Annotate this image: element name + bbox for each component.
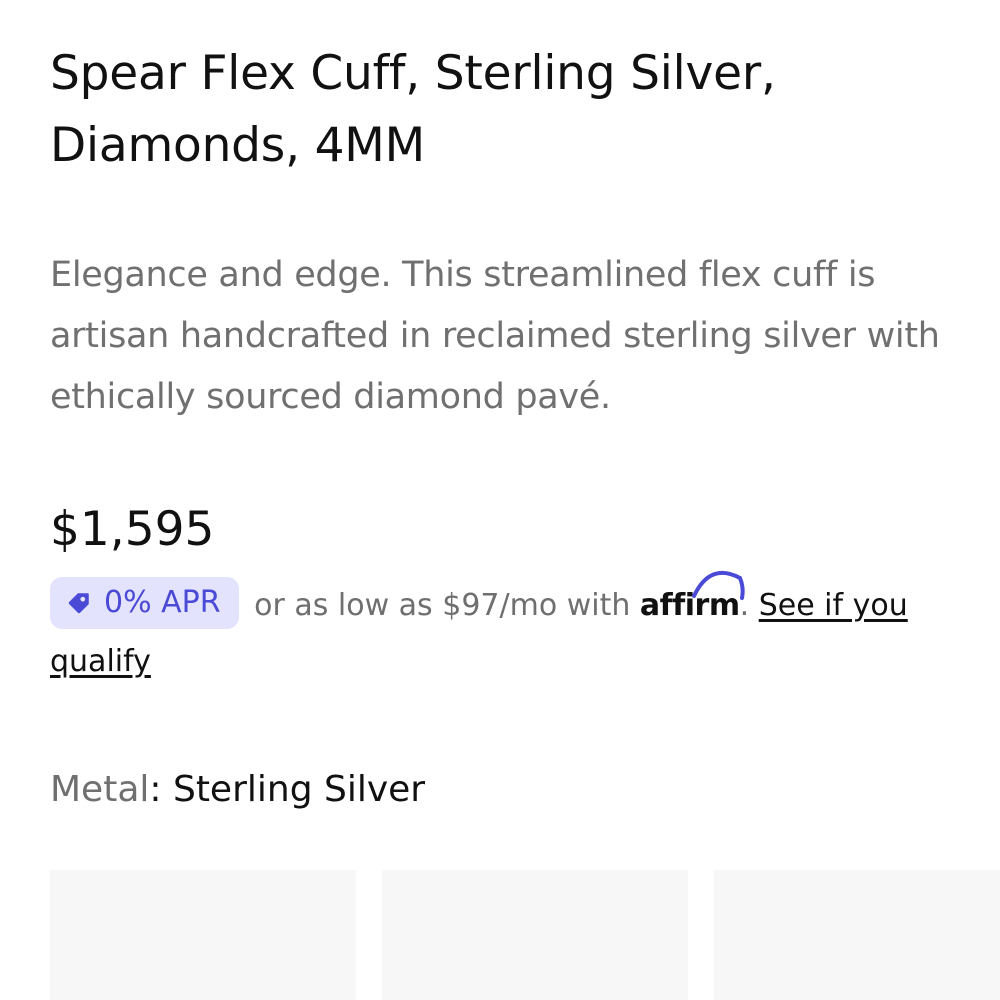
- metal-selection: Metal: Sterling Silver: [50, 762, 425, 818]
- apr-badge: 0% APR: [50, 576, 239, 629]
- financing-text: or as low as $97/mo with: [254, 588, 631, 623]
- affirm-arc-icon: [691, 570, 745, 600]
- tag-icon: [68, 592, 89, 613]
- product-description: Elegance and edge. This streamlined flex…: [50, 255, 940, 417]
- apr-badge-label: 0% APR: [104, 584, 221, 620]
- metal-swatch-1[interactable]: [50, 870, 356, 1000]
- metal-value: Sterling Silver: [172, 769, 426, 810]
- product-title: Spear Flex Cuff, Sterling Silver, Diamon…: [50, 46, 776, 173]
- metal-swatch-2[interactable]: [382, 870, 688, 1000]
- metal-separator: :: [149, 769, 173, 810]
- metal-swatch-3[interactable]: [714, 870, 1000, 1000]
- product-price: $1,595: [50, 502, 215, 557]
- metal-label: Metal: [50, 769, 150, 810]
- metal-swatches: [50, 870, 1000, 1000]
- financing-offer: 0% APR or as low as $97/mo with affirm .…: [50, 570, 950, 690]
- product-details: Spear Flex Cuff, Sterling Silver, Diamon…: [0, 0, 1000, 1000]
- affirm-logo: affirm: [640, 570, 745, 634]
